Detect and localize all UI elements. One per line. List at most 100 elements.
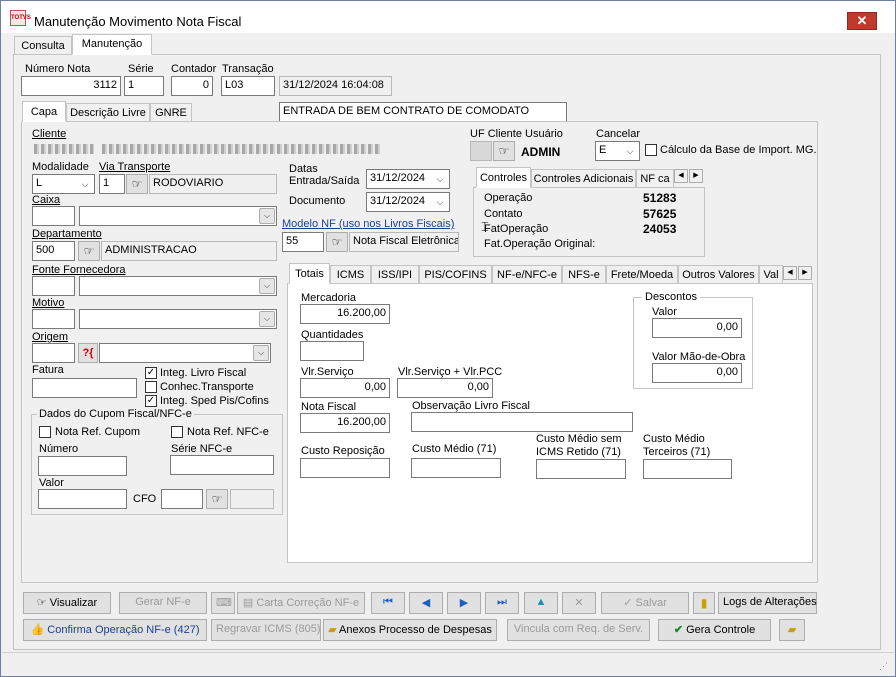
carta-correcao-button[interactable]: ▤ Carta Correção NF-e — [237, 592, 365, 614]
lookup-hand-icon[interactable]: ☞ — [78, 241, 100, 261]
obs-livro-field[interactable] — [411, 412, 633, 432]
contador-field[interactable]: 0 — [171, 76, 213, 96]
open-folder-icon[interactable]: ▰ — [779, 619, 805, 641]
cupom-numero-field[interactable] — [38, 456, 127, 476]
first-record-icon[interactable]: ⏮ — [371, 592, 405, 614]
documento-date[interactable]: 31/12/2024 ⌵ — [366, 192, 450, 212]
tab-scroll-left-icon[interactable]: ◀ — [783, 266, 797, 280]
help-lookup-icon[interactable]: ?{ — [78, 343, 98, 363]
anexos-processo-button[interactable]: ▰ Anexos Processo de Despesas — [323, 619, 497, 641]
tab-outros-valores[interactable]: Outros Valores — [678, 265, 759, 284]
entrada-saida-date[interactable]: 31/12/2024 ⌵ — [366, 169, 450, 189]
custo-terceiros-field[interactable] — [643, 459, 732, 479]
motivo-code[interactable] — [32, 309, 75, 329]
integ-livro-checkbox[interactable]: ✓ — [145, 367, 157, 379]
document-icon: ▤ — [242, 597, 257, 609]
tab-consulta[interactable]: Consulta — [14, 36, 72, 55]
tab-val[interactable]: Val — [759, 265, 783, 284]
vlr-pcc-field[interactable]: 0,00 — [397, 378, 493, 398]
keyboard-icon[interactable]: ⌨ — [211, 592, 235, 614]
numero-nota-field[interactable]: 3112 — [21, 76, 121, 96]
cupom-valor-field[interactable] — [38, 489, 127, 509]
cfo-field[interactable] — [161, 489, 203, 509]
next-record-icon[interactable]: ▶ — [447, 592, 481, 614]
contato-label: Contato — [484, 208, 523, 220]
logs-alteracoes-button[interactable]: Logs de Alterações — [718, 592, 817, 614]
vlr-servico-field[interactable]: 0,00 — [300, 378, 390, 398]
modelo-nf-code[interactable]: 55 — [282, 232, 324, 252]
nota-fiscal-field[interactable]: 16.200,00 — [300, 413, 390, 433]
lookup-hand-icon[interactable]: ☞ — [126, 174, 148, 194]
serie-nfce-field[interactable] — [170, 455, 274, 475]
integ-sped-checkbox[interactable]: ✓ — [145, 395, 157, 407]
tab-controles-adicionais[interactable]: Controles Adicionais — [531, 169, 636, 188]
motivo-select[interactable]: ⌵ — [79, 309, 277, 329]
conhec-label: Conhec.Transporte — [160, 381, 254, 393]
transacao-field[interactable]: L03 — [221, 76, 275, 96]
mercadoria-field[interactable]: 16.200,00 — [300, 304, 390, 324]
close-button[interactable]: ✕ — [847, 12, 877, 30]
modelo-nf-label[interactable]: Modelo NF (uso nos Livros Fiscais) — [282, 218, 454, 230]
insert-record-icon[interactable]: ▲ — [524, 592, 558, 614]
fatoperacao-value: 24053 — [643, 222, 677, 236]
gera-controle-button[interactable]: ✔ Gera Controle — [658, 619, 771, 641]
regravar-icms-button[interactable]: Regravar ICMS (805) — [211, 619, 321, 641]
origem-code[interactable] — [32, 343, 75, 363]
fonte-fornecedora-select[interactable]: ⌵ — [79, 276, 277, 296]
tab-gnre[interactable]: GNRE — [150, 103, 192, 122]
cupom-valor-label: Valor — [39, 477, 64, 489]
lookup-hand-icon[interactable]: ☞ — [326, 232, 348, 252]
tab-totais[interactable]: Totais — [289, 263, 330, 284]
via-transporte-code[interactable]: 1 — [99, 174, 125, 194]
delete-record-icon[interactable]: ✕ — [562, 592, 596, 614]
nota-ref-nfce-checkbox[interactable] — [171, 426, 183, 438]
tab-iss-ipi[interactable]: ISS/IPI — [371, 265, 419, 284]
gerar-nfe-button[interactable]: Gerar NF-e — [119, 592, 207, 614]
uf-field — [470, 141, 492, 161]
tab-scroll-right-icon[interactable]: ▶ — [689, 169, 703, 183]
lookup-hand-icon[interactable]: ☞ — [493, 141, 515, 161]
custo-reposicao-field[interactable] — [300, 458, 390, 478]
via-transporte-label: Via Transporte — [99, 161, 171, 173]
resize-grip-icon[interactable]: ⋰ — [879, 661, 891, 673]
door-exit-icon[interactable]: ▮ — [693, 592, 715, 614]
tab-nfse[interactable]: NFS-e — [562, 265, 606, 284]
nota-ref-cupom-checkbox[interactable] — [39, 426, 51, 438]
confirma-operacao-button[interactable]: 👍 Confirma Operação NF-e (427) — [23, 619, 207, 641]
tab-nfe-nfce[interactable]: NF-e/NFC-e — [492, 265, 562, 284]
tab-icms[interactable]: ICMS — [330, 265, 371, 284]
mao-obra-field[interactable]: 0,00 — [652, 363, 742, 383]
desconto-valor-field[interactable]: 0,00 — [652, 318, 742, 338]
caixa-select[interactable]: ⌵ — [79, 206, 277, 226]
origem-label: Origem — [32, 331, 69, 343]
fonte-fornecedora-code[interactable] — [32, 276, 75, 296]
tab-scroll-left-icon[interactable]: ◀ — [674, 169, 688, 183]
cancelar-select[interactable]: E ⌵ — [595, 141, 640, 161]
serie-field[interactable]: 1 — [124, 76, 164, 96]
tab-manutencao[interactable]: Manutenção — [72, 34, 152, 55]
last-record-icon[interactable]: ⏭ — [485, 592, 519, 614]
calculo-base-checkbox[interactable] — [645, 144, 657, 156]
tab-controles[interactable]: Controles — [476, 167, 531, 188]
visualizar-button[interactable]: ☞ Visualizar — [23, 592, 111, 614]
vincula-req-button[interactable]: Vincula com Req. de Serv. — [507, 619, 650, 641]
previous-record-icon[interactable]: ◀ — [409, 592, 443, 614]
custo-sem-icms-field[interactable] — [536, 459, 626, 479]
tab-descricao-livre[interactable]: Descrição Livre — [66, 103, 150, 122]
tab-scroll-right-icon[interactable]: ▶ — [798, 266, 812, 280]
salvar-button[interactable]: ✓ Salvar — [601, 592, 689, 614]
quantidades-field[interactable] — [300, 341, 364, 361]
fatura-field[interactable] — [32, 378, 137, 398]
lookup-hand-icon[interactable]: ☞ — [206, 489, 228, 509]
tab-nf-ca[interactable]: NF ca — [636, 169, 674, 188]
departamento-code[interactable]: 500 — [32, 241, 75, 261]
tab-frete-moeda[interactable]: Frete/Moeda — [606, 265, 678, 284]
custo-medio-field[interactable] — [411, 458, 501, 478]
origem-select[interactable]: ⌵ — [99, 343, 271, 363]
caixa-code[interactable] — [32, 206, 75, 226]
tab-capa[interactable]: Capa — [22, 101, 66, 122]
modalidade-select[interactable]: L ⌵ — [32, 174, 95, 194]
checkmark-icon: ✓ — [623, 597, 636, 609]
tab-pis-cofins[interactable]: PIS/COFINS — [419, 265, 492, 284]
conhec-checkbox[interactable] — [145, 381, 157, 393]
